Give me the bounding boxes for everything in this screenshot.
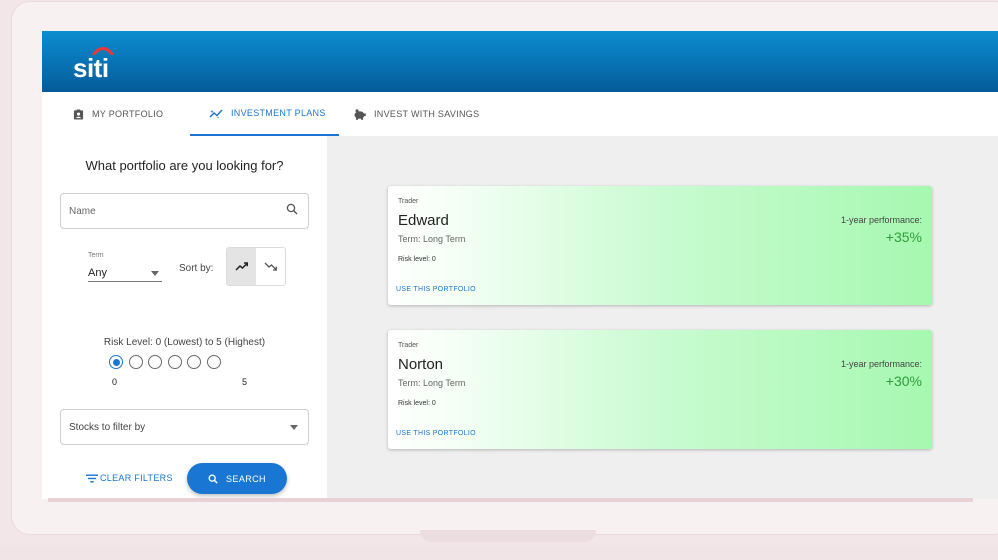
sort-ascending-button[interactable] [227, 248, 256, 285]
risk-level-title: Risk Level: 0 (Lowest) to 5 (Highest) [103, 337, 266, 348]
tab-my-portfolio[interactable]: MY PORTFOLIO [73, 92, 183, 136]
card-role: Trader [398, 342, 419, 349]
siti-logo[interactable]: siti [73, 45, 133, 83]
app-header: siti [42, 31, 998, 92]
trending-down-icon [264, 258, 277, 276]
sidebar-title: What portfolio are you looking for? [85, 158, 284, 173]
sort-by-label: Sort by: [179, 263, 214, 274]
clear-filters-label: CLEAR FILTERS [100, 473, 173, 483]
risk-level-radio-group [109, 355, 221, 369]
term-select[interactable]: Any [88, 264, 162, 282]
term-label: Term [88, 252, 104, 259]
risk-radio-0[interactable] [109, 355, 123, 369]
term-value: Any [88, 266, 107, 279]
logo-text: siti [73, 53, 109, 83]
card-role: Trader [398, 198, 419, 205]
risk-radio-1[interactable] [128, 355, 143, 369]
background-strip [0, 545, 998, 560]
card-risk-level: Risk level: 0 [398, 400, 436, 407]
tab-investment-plans[interactable]: INVESTMENT PLANS [190, 92, 339, 136]
filter-list-icon [86, 474, 98, 483]
piggy-bank-icon [353, 108, 366, 120]
risk-min-label: 0 [112, 377, 118, 387]
screen-bottom-edge [48, 498, 973, 502]
search-icon [286, 202, 298, 220]
card-performance-label: 1-year performance: [840, 215, 922, 225]
risk-radio-2[interactable] [148, 355, 163, 369]
card-risk-level: Risk level: 0 [398, 256, 436, 263]
trending-up-icon [235, 258, 249, 276]
portfolio-card: Trader Edward Term: Long Term Risk level… [388, 186, 932, 305]
name-search-field[interactable] [60, 193, 309, 229]
caret-down-icon [290, 422, 298, 433]
tab-label: MY PORTFOLIO [92, 109, 164, 119]
card-performance-value: +35% [885, 229, 922, 245]
card-term: Term: Long Term [398, 378, 466, 388]
use-portfolio-button[interactable]: USE THIS PORTFOLIO [396, 286, 476, 293]
app-screen: siti MY PORTFOLIO INVESTMENT PLANS INVES… [42, 31, 998, 499]
search-icon [208, 474, 218, 484]
risk-radio-4[interactable] [187, 355, 202, 369]
clear-filters-button[interactable]: CLEAR FILTERS [86, 471, 173, 485]
portfolio-card: Trader Norton Term: Long Term Risk level… [388, 330, 932, 449]
tab-label: INVEST WITH SAVINGS [374, 109, 480, 119]
caret-down-icon [151, 267, 159, 279]
card-trader-name: Norton [398, 356, 444, 373]
risk-radio-5[interactable] [206, 355, 221, 369]
filter-sidebar: What portfolio are you looking for? Term… [42, 136, 327, 499]
laptop-foot [420, 530, 596, 542]
risk-max-label: 5 [242, 377, 248, 387]
use-portfolio-button[interactable]: USE THIS PORTFOLIO [396, 430, 476, 437]
search-label: SEARCH [226, 473, 266, 484]
tab-invest-with-savings[interactable]: INVEST WITH SAVINGS [353, 92, 503, 136]
tabs-bar: MY PORTFOLIO INVESTMENT PLANS INVEST WIT… [42, 92, 998, 136]
sort-toggle-group [226, 247, 286, 286]
card-trader-name: Edward [398, 212, 449, 229]
card-term: Term: Long Term [398, 234, 466, 244]
search-button[interactable]: SEARCH [187, 463, 287, 494]
risk-radio-3[interactable] [167, 355, 182, 369]
stocks-placeholder: Stocks to filter by [69, 421, 146, 433]
card-performance-value: +30% [885, 373, 922, 389]
name-input[interactable] [69, 205, 286, 217]
auto-graph-icon [209, 108, 223, 119]
clipboard-account-icon [73, 108, 84, 120]
sort-descending-button[interactable] [256, 248, 285, 285]
stocks-filter-select[interactable]: Stocks to filter by [60, 409, 309, 445]
tab-label: INVESTMENT PLANS [231, 108, 326, 118]
card-performance-label: 1-year performance: [840, 359, 922, 369]
